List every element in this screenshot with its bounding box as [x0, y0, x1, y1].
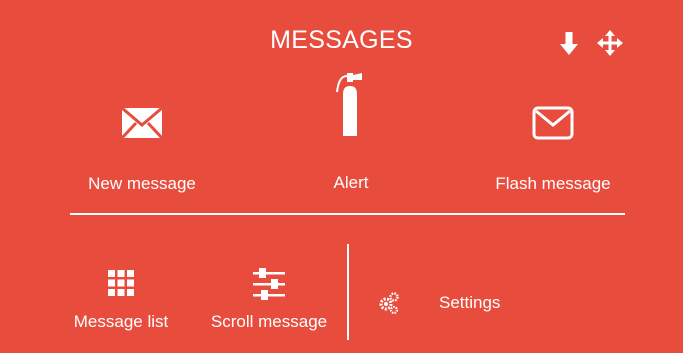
flash-message-button[interactable]: Flash message [478, 98, 628, 194]
message-list-button[interactable]: Message list [62, 268, 180, 332]
new-message-label: New message [88, 174, 196, 193]
new-message-button[interactable]: New message [72, 98, 212, 194]
scroll-message-label: Scroll message [210, 312, 328, 331]
message-list-label: Message list [73, 312, 169, 331]
envelope-outline-icon [532, 106, 574, 140]
flash-message-label: Flash message [495, 174, 611, 193]
envelope-filled-icon [120, 106, 164, 140]
grid-icon [108, 270, 134, 296]
alert-button[interactable]: Alert [296, 70, 406, 193]
gears-icon [379, 292, 399, 314]
fire-extinguisher-icon [336, 73, 362, 136]
sliders-icon [253, 268, 285, 300]
move-arrows-icon[interactable] [597, 30, 623, 56]
alert-label: Alert [333, 173, 369, 192]
arrow-down-icon[interactable] [556, 30, 582, 56]
horizontal-divider [70, 213, 625, 215]
vertical-divider [347, 244, 349, 340]
scroll-message-button[interactable]: Scroll message [198, 268, 340, 332]
settings-label: Settings [439, 293, 501, 312]
